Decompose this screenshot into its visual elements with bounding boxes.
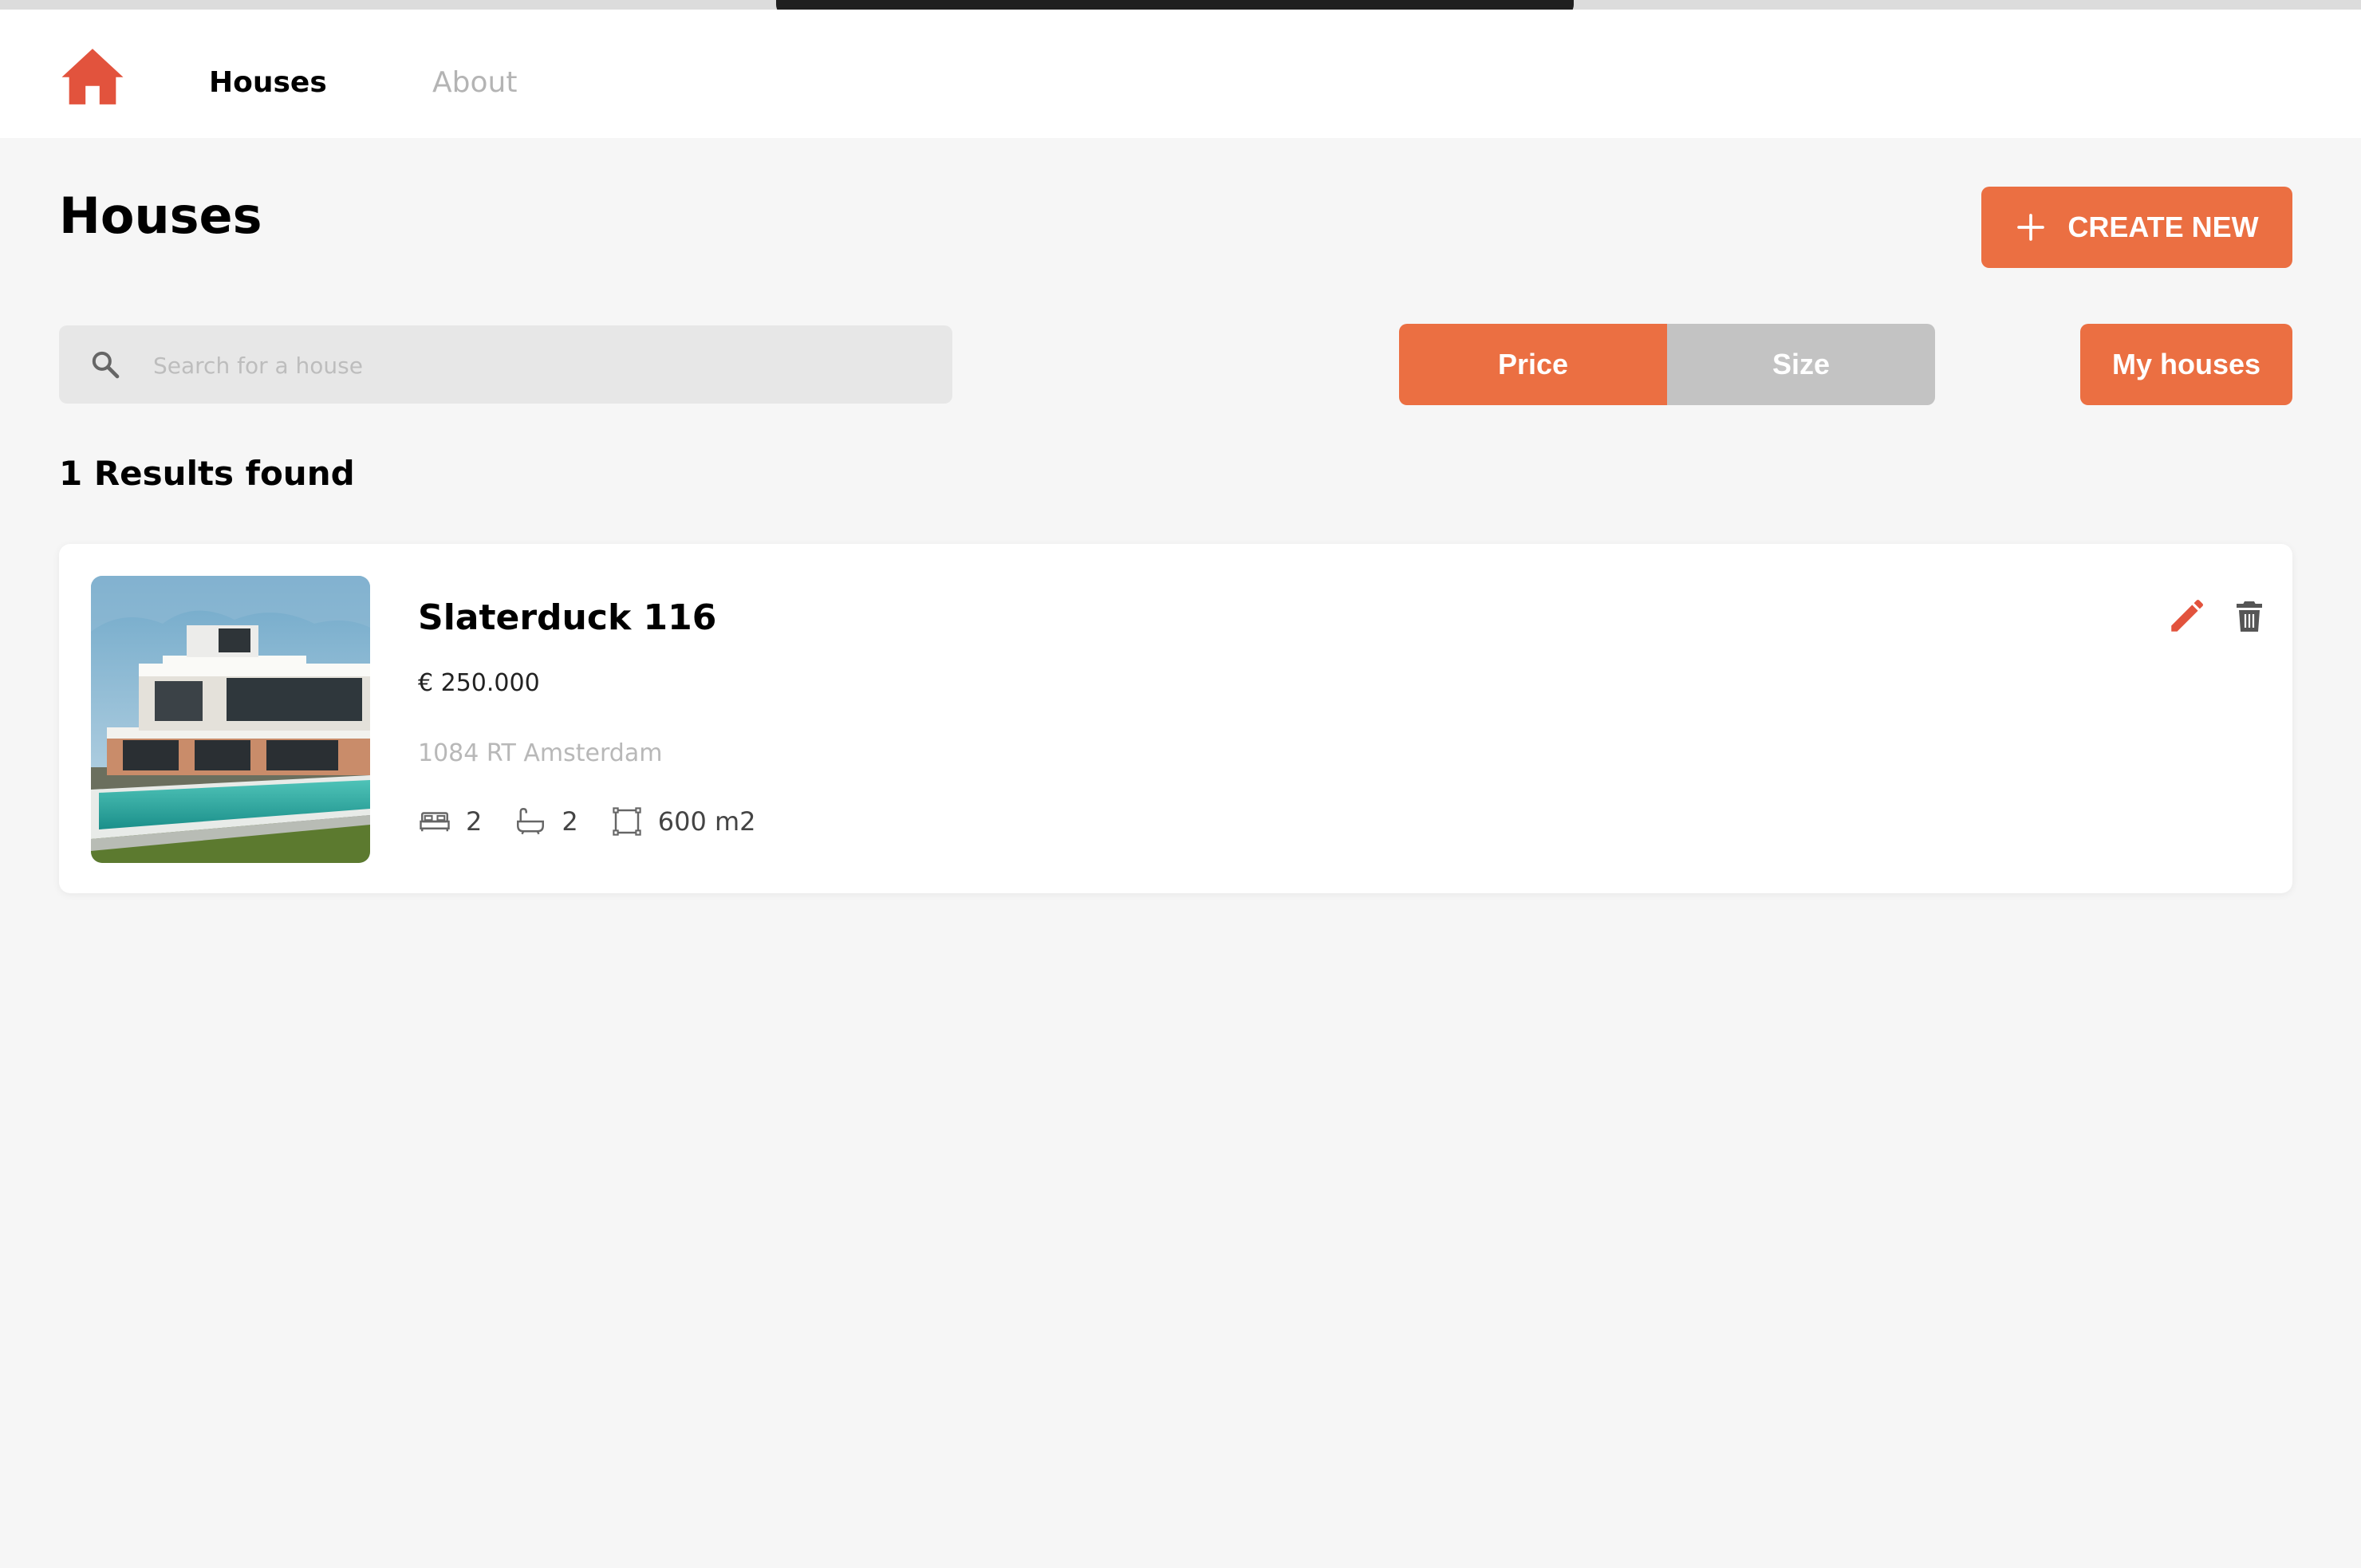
bathrooms-spec: 2 <box>514 805 578 838</box>
bed-icon <box>420 812 450 832</box>
listing-specs: 2 2 600 m2 <box>418 801 788 842</box>
create-new-button[interactable]: CREATE NEW <box>1981 187 2292 268</box>
create-new-label: CREATE NEW <box>2067 211 2259 243</box>
size-value: 600 m2 <box>657 806 756 837</box>
edit-icon[interactable] <box>2166 597 2206 636</box>
listing-title[interactable]: Slaterduck 116 <box>418 597 716 640</box>
area-icon <box>613 807 641 836</box>
sort-toggle-group: Price Size <box>1399 324 1935 405</box>
bedrooms-count: 2 <box>466 806 483 837</box>
my-houses-button[interactable]: My houses <box>2080 324 2292 405</box>
search-input[interactable] <box>152 325 936 405</box>
plus-icon <box>2017 214 2045 241</box>
bedrooms-spec: 2 <box>418 805 482 838</box>
home-icon[interactable] <box>57 41 128 112</box>
search-box[interactable] <box>59 325 952 405</box>
sort-size-button[interactable]: Size <box>1667 324 1935 405</box>
listing-card[interactable]: Slaterduck 116 € 250.000 1084 RT Amsterd… <box>59 544 2292 893</box>
size-spec: 600 m2 <box>610 805 756 838</box>
page-title: Houses <box>59 187 262 245</box>
bathrooms-count: 2 <box>562 806 578 837</box>
listing-address: 1084 RT Amsterdam <box>418 739 663 767</box>
search-icon <box>92 351 120 379</box>
bath-icon <box>517 808 545 835</box>
house-photo[interactable] <box>91 576 370 863</box>
nav-link-houses[interactable]: Houses <box>209 65 327 100</box>
results-count: 1 Results found <box>59 454 355 493</box>
trash-icon[interactable] <box>2230 597 2268 636</box>
sort-price-button[interactable]: Price <box>1399 324 1667 405</box>
top-navbar: Houses About <box>0 10 2361 138</box>
nav-link-about[interactable]: About <box>432 65 517 100</box>
listing-price: € 250.000 <box>418 669 540 697</box>
